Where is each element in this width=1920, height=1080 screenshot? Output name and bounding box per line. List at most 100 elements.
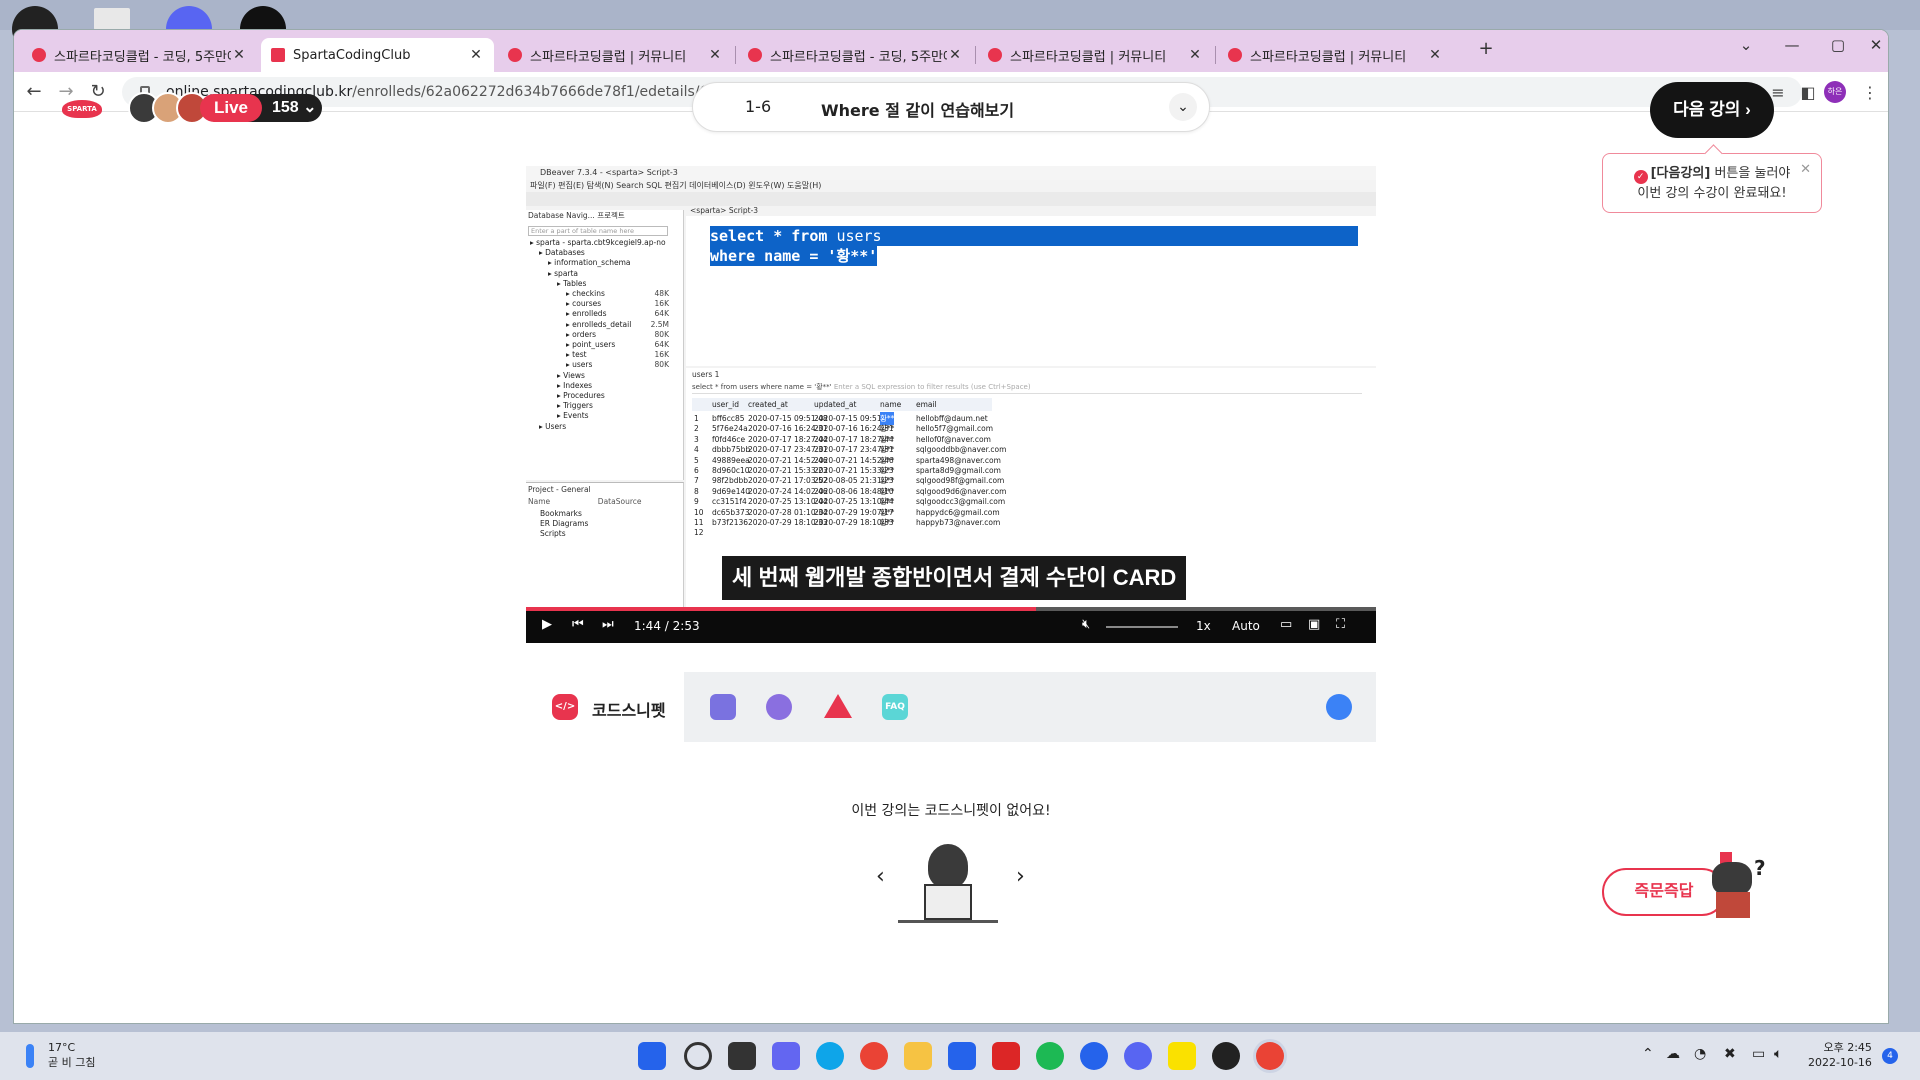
close-icon[interactable]: ✕ [1187, 47, 1203, 63]
tab-strip: 스파르타코딩클럽 - 코딩, 5주만에 ✕ SpartaCodingClub ✕… [14, 30, 1888, 72]
volume-slider[interactable] [1106, 626, 1178, 628]
tree-node[interactable]: ▸ orders [566, 330, 596, 339]
skip-forward-icon[interactable]: ⏭ [602, 617, 614, 632]
chrome-active-icon[interactable] [1256, 1042, 1284, 1070]
playback-speed[interactable]: 1x [1196, 619, 1211, 633]
close-icon[interactable]: ✕ [468, 47, 484, 63]
search-icon[interactable] [684, 1042, 712, 1070]
close-icon[interactable]: ✕ [947, 47, 963, 63]
tree-node[interactable]: ▸ sparta - sparta.cbt9kcegiel9.ap-no [530, 238, 666, 247]
chevron-down-icon[interactable]: ⌄ [1169, 93, 1197, 121]
tab-faq-icon[interactable]: FAQ [882, 694, 908, 720]
column-header[interactable]: name [880, 398, 901, 411]
close-icon[interactable]: ✕ [1800, 160, 1811, 179]
tree-node[interactable]: ▸ Users [539, 422, 566, 431]
tab-code-snippet[interactable]: </> 코드스니펫 [526, 672, 684, 742]
table-row[interactable]: 12 [692, 526, 992, 539]
display-icon[interactable]: ▭ [1752, 1046, 1765, 1062]
menu-kebab-icon[interactable]: ⋮ [1860, 83, 1880, 103]
tree-node[interactable]: ▸ information_schema [548, 258, 631, 267]
browser-tab[interactable]: 스파르타코딩클럽 | 커뮤니티 ✕ [978, 38, 1213, 72]
sparta-logo[interactable]: SPARTA [62, 100, 102, 118]
close-icon[interactable]: ✕ [1427, 47, 1443, 63]
tree-node[interactable]: ▸ enrolleds [566, 309, 606, 318]
skip-back-icon[interactable]: ⏮ [572, 617, 584, 632]
task-view-icon[interactable] [728, 1042, 756, 1070]
file-explorer-icon[interactable] [904, 1042, 932, 1070]
tree-node[interactable]: ▸ users [566, 360, 592, 369]
back-button[interactable]: ← [22, 80, 46, 104]
column-header[interactable]: created_at [748, 398, 788, 411]
notification-badge[interactable]: 4 [1882, 1048, 1898, 1064]
tree-node[interactable]: ▸ Views [557, 371, 585, 380]
table-size: 2.5M [650, 319, 669, 329]
close-icon[interactable]: ✕ [707, 47, 723, 63]
office-icon[interactable] [992, 1042, 1020, 1070]
browser-tab[interactable]: 스파르타코딩클럽 | 커뮤니티 ✕ [1218, 38, 1453, 72]
tab-warning-icon[interactable] [824, 694, 852, 718]
close-icon[interactable]: ✕ [231, 47, 247, 63]
discord-icon[interactable] [1124, 1042, 1152, 1070]
volume-icon[interactable]: 🔈︎ [1774, 1046, 1782, 1062]
live-label: Live [200, 94, 262, 122]
maximize-button[interactable]: ▢ [1818, 36, 1858, 54]
fullscreen-icon[interactable]: ⛶ [1336, 617, 1345, 632]
chevron-right-icon[interactable]: › [1016, 864, 1025, 889]
side-panel-icon[interactable]: ◧ [1798, 83, 1818, 103]
tree-node[interactable]: ▸ Events [557, 411, 589, 420]
browser-tab[interactable]: 스파르타코딩클럽 - 코딩, 5주만에 ✕ [22, 38, 257, 72]
app-icon[interactable] [1080, 1042, 1108, 1070]
column-header[interactable]: updated_at [814, 398, 856, 411]
tree-node[interactable]: ▸ Procedures [557, 391, 605, 400]
settings-gear-icon[interactable] [1326, 694, 1352, 720]
chrome-icon[interactable] [860, 1042, 888, 1070]
tree-node[interactable]: ▸ Databases [539, 248, 585, 257]
browser-tab[interactable]: 스파르타코딩클럽 | 커뮤니티 ✕ [498, 38, 733, 72]
tree-node[interactable]: ▸ Indexes [557, 381, 592, 390]
miniplayer-icon[interactable]: ▣ [1308, 617, 1320, 632]
tab-search-button[interactable]: ⌄ [1726, 36, 1766, 54]
app-icon[interactable] [1212, 1042, 1240, 1070]
play-icon[interactable]: ▶ [542, 617, 552, 632]
column-header[interactable]: user_id [712, 398, 739, 411]
new-tab-button[interactable]: + [1466, 38, 1506, 59]
mail-icon[interactable] [948, 1042, 976, 1070]
lesson-selector[interactable]: 1-6 Where 절 같이 연습해보기 ⌄ [692, 82, 1210, 132]
results-tab: users 1 [692, 370, 720, 379]
system-clock[interactable]: 오후 2:45 2022-10-16 [1808, 1040, 1872, 1070]
tree-node[interactable]: ▸ Tables [557, 279, 586, 288]
tree-node[interactable]: ▸ Triggers [557, 401, 593, 410]
onedrive-icon[interactable]: ☁ [1666, 1046, 1680, 1062]
tree-node[interactable]: ▸ test [566, 350, 587, 359]
edge-icon[interactable] [816, 1042, 844, 1070]
next-lesson-button[interactable]: 다음 강의 › [1650, 82, 1774, 138]
tab-notes-icon[interactable] [710, 694, 736, 720]
teams-chat-icon[interactable] [772, 1042, 800, 1070]
tree-node[interactable]: ▸ point_users [566, 340, 615, 349]
browser-tab-active[interactable]: SpartaCodingClub ✕ [261, 38, 494, 72]
mute-icon[interactable]: 🔇︎ [1082, 617, 1090, 632]
windows-start-icon[interactable] [638, 1042, 666, 1070]
quality-selector[interactable]: Auto [1232, 619, 1260, 633]
app-tray-icon[interactable]: ✖ [1724, 1046, 1736, 1062]
chevron-up-icon[interactable]: ⌃ [1642, 1046, 1654, 1062]
tree-node[interactable]: ▸ sparta [548, 269, 578, 278]
desktop-file-icon[interactable] [94, 8, 130, 30]
chevron-left-icon[interactable]: ‹ [876, 864, 885, 889]
column-header[interactable]: email [916, 398, 937, 411]
tab-chat-icon[interactable] [766, 694, 792, 720]
weather-widget[interactable]: 17°C 곧 비 그침 [48, 1040, 95, 1070]
captions-icon[interactable]: ▭ [1280, 617, 1292, 632]
tree-node[interactable]: ▸ enrolleds_detail [566, 320, 631, 329]
network-icon[interactable]: ◔ [1694, 1046, 1706, 1062]
tree-node[interactable]: ▸ checkins [566, 289, 605, 298]
tree-node[interactable]: ▸ courses [566, 299, 601, 308]
qa-button[interactable]: 즉문즉답 [1602, 868, 1726, 916]
spotify-icon[interactable] [1036, 1042, 1064, 1070]
browser-tab[interactable]: 스파르타코딩클럽 - 코딩, 5주만에 ✕ [738, 38, 973, 72]
close-window-button[interactable]: ✕ [1864, 36, 1888, 54]
minimize-button[interactable]: — [1772, 36, 1812, 54]
profile-avatar[interactable]: 하은 [1824, 81, 1846, 103]
live-count-badge[interactable]: Live 158 ⌄ [200, 94, 322, 122]
kakaotalk-icon[interactable] [1168, 1042, 1196, 1070]
